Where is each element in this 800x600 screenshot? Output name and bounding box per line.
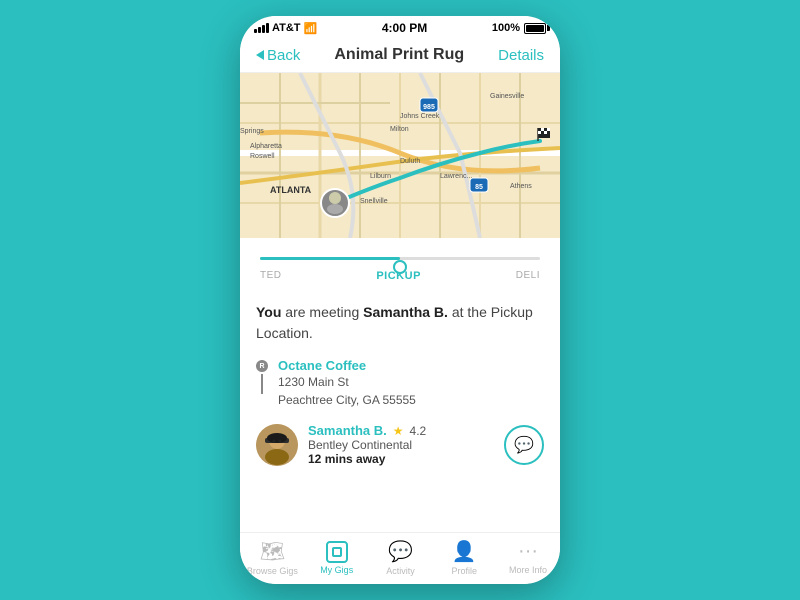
map-icon: 🗺: [260, 539, 285, 564]
svg-text:Springs: Springs: [240, 128, 264, 135]
wifi-icon: 📶: [304, 22, 318, 35]
svg-text:Duluth: Duluth: [400, 158, 420, 165]
details-button[interactable]: Details: [498, 47, 544, 64]
location-pin: R: [256, 360, 268, 394]
svg-text:ATLANTA: ATLANTA: [270, 185, 312, 195]
seller-name: Samantha B.: [308, 423, 387, 438]
location-details: Octane Coffee 1230 Main St Peachtree Cit…: [278, 358, 416, 409]
page-title: Animal Print Rug: [334, 46, 464, 64]
tab-activity[interactable]: 💬 Activity: [375, 539, 425, 576]
location-address-line1: 1230 Main St: [278, 373, 416, 391]
map-background: 85 985 ATLANTA Alpharetta Roswell Johns …: [240, 73, 560, 238]
time-label: 4:00 PM: [382, 21, 427, 35]
tab-activity-label: Activity: [386, 566, 415, 576]
seller-distance: 12 mins away: [308, 452, 494, 466]
back-button[interactable]: Back: [256, 47, 300, 64]
location-row: R Octane Coffee 1230 Main St Peachtree C…: [256, 358, 544, 409]
tab-profile[interactable]: 👤 Profile: [439, 539, 489, 576]
tab-profile-label: Profile: [452, 566, 478, 576]
svg-text:Athens: Athens: [510, 183, 532, 190]
tab-bar: 🗺 Browse Gigs My Gigs 💬 Activity 👤 Profi…: [240, 532, 560, 584]
svg-text:Gainesville: Gainesville: [490, 93, 524, 100]
chevron-left-icon: [256, 50, 264, 60]
tab-more-info-label: More Info: [509, 565, 547, 575]
meeting-text: You are meeting Samantha B. at the Picku…: [256, 302, 544, 344]
svg-text:Milton: Milton: [390, 126, 409, 133]
step-label-ted: TED: [260, 270, 282, 282]
signal-icon: [254, 23, 269, 33]
progress-fill: [260, 257, 400, 260]
tab-my-gigs[interactable]: My Gigs: [312, 541, 362, 575]
star-icon: ★: [393, 424, 404, 438]
chat-icon: 💬: [514, 435, 534, 455]
progress-track: [260, 257, 540, 260]
tab-browse-gigs-label: Browse Gigs: [247, 566, 298, 576]
you-label: You: [256, 304, 281, 320]
pin-icon: R: [256, 360, 268, 372]
tab-browse-gigs[interactable]: 🗺 Browse Gigs: [247, 539, 298, 576]
svg-text:Roswell: Roswell: [250, 153, 275, 160]
seller-rating: 4.2: [410, 424, 427, 438]
battery-icon: [524, 23, 546, 34]
profile-icon: 👤: [452, 539, 477, 564]
distance-unit: mins away: [325, 452, 386, 466]
svg-text:Johns Creek: Johns Creek: [400, 113, 440, 120]
seller-info: Samantha B. ★ 4.2 Bentley Continental 12…: [308, 423, 494, 466]
activity-icon: 💬: [388, 539, 413, 564]
svg-text:Snellville: Snellville: [360, 198, 388, 205]
seller-name-inline: Samantha B.: [363, 304, 448, 320]
step-label-deli: DELI: [516, 270, 540, 282]
back-label: Back: [267, 47, 300, 64]
tab-my-gigs-label: My Gigs: [320, 565, 353, 575]
avatar: [256, 424, 298, 466]
pin-stem: [261, 374, 263, 394]
seller-vehicle: Bentley Continental: [308, 438, 494, 452]
svg-text:85: 85: [475, 184, 483, 191]
location-address-line2: Peachtree City, GA 55555: [278, 391, 416, 409]
meeting-text-mid: are meeting: [281, 304, 363, 320]
location-name: Octane Coffee: [278, 358, 416, 373]
status-bar: AT&T 📶 4:00 PM 100%: [240, 16, 560, 38]
carrier-label: AT&T: [272, 22, 301, 34]
phone-frame: AT&T 📶 4:00 PM 100% Back Animal Print Ru…: [240, 16, 560, 584]
svg-text:Lawrenc...: Lawrenc...: [440, 173, 472, 180]
nav-bar: Back Animal Print Rug Details: [240, 38, 560, 73]
battery-label: 100%: [492, 22, 520, 34]
progress-dot: [393, 260, 407, 274]
progress-section: TED PICKUP DELI: [240, 238, 560, 288]
content-area: You are meeting Samantha B. at the Picku…: [240, 288, 560, 532]
box-icon: [326, 541, 348, 563]
map-area: 85 985 ATLANTA Alpharetta Roswell Johns …: [240, 73, 560, 238]
tab-more-info[interactable]: ··· More Info: [503, 540, 553, 575]
more-icon: ···: [518, 540, 538, 563]
svg-text:Lilburn: Lilburn: [370, 173, 391, 180]
chat-button[interactable]: 💬: [504, 425, 544, 465]
svg-text:Alpharetta: Alpharetta: [250, 143, 282, 150]
seller-row: Samantha B. ★ 4.2 Bentley Continental 12…: [256, 423, 544, 466]
distance-value: 12: [308, 452, 321, 466]
svg-text:985: 985: [423, 104, 435, 111]
